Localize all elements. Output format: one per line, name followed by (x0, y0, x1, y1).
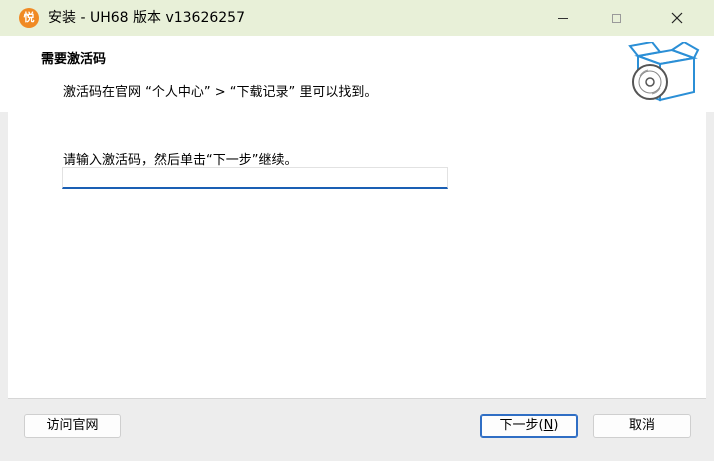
wizard-body: 请输入激活码，然后单击“下一步”继续。 (8, 112, 706, 398)
close-button[interactable] (654, 0, 700, 36)
app-logo-icon: 悦 (19, 8, 39, 28)
box-disc-icon (628, 42, 700, 102)
close-icon (671, 12, 683, 24)
window-title: 安装 - UH68 版本 v13626257 (48, 10, 245, 26)
next-button-accelerator: N (543, 418, 554, 433)
maximize-button (593, 0, 639, 36)
page-subtitle: 激活码在官网 “个人中心” > “下载记录” 里可以找到。 (63, 85, 378, 100)
footer-divider (8, 398, 706, 399)
visit-website-button[interactable]: 访问官网 (24, 414, 121, 438)
title-bar[interactable]: 悦 安装 - UH68 版本 v13626257 (0, 0, 714, 37)
next-button-label-end: ) (553, 418, 559, 433)
maximize-icon (611, 13, 621, 23)
activation-code-input[interactable] (62, 167, 448, 189)
wizard-header: 需要激活码 激活码在官网 “个人中心” > “下载记录” 里可以找到。 (0, 36, 714, 112)
installer-window: 悦 安装 - UH68 版本 v13626257 需要激活码 激活码在官网 “个… (0, 0, 714, 461)
cancel-button[interactable]: 取消 (593, 414, 691, 438)
next-button-label: 下一步( (499, 418, 544, 433)
activation-prompt: 请输入激活码，然后单击“下一步”继续。 (63, 153, 298, 168)
next-button[interactable]: 下一步(N) (480, 414, 578, 438)
minimize-button[interactable] (540, 0, 586, 36)
page-title: 需要激活码 (41, 52, 107, 67)
minimize-icon (558, 17, 568, 19)
